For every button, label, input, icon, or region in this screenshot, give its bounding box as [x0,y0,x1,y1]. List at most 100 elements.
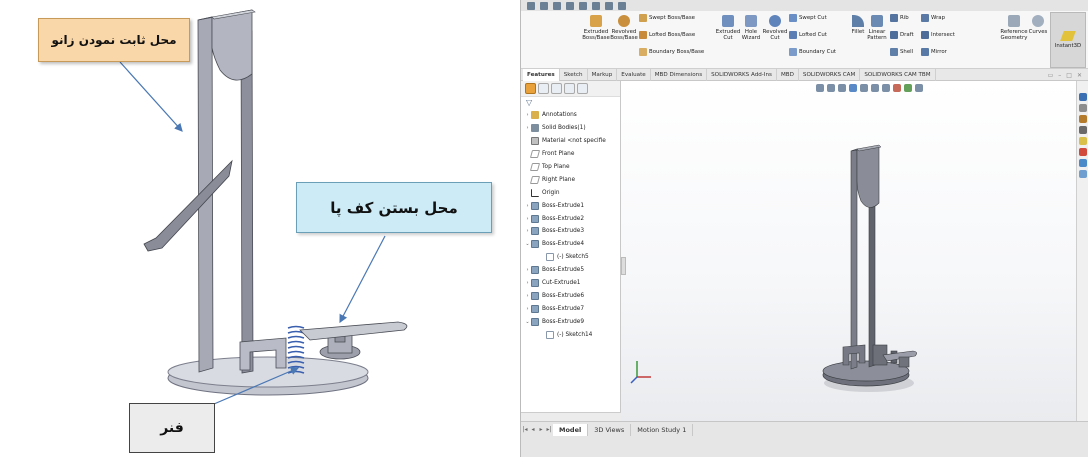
draft-icon [890,31,898,39]
feature-tree-item[interactable]: Right Plane [521,173,620,186]
lofted-boss-button[interactable]: Lofted Boss/Base [639,31,695,39]
expand-arrow-icon[interactable]: › [524,125,531,131]
minimize-icon[interactable]: – [1058,72,1061,79]
wrap-button[interactable]: Wrap [921,14,945,22]
rib-button[interactable]: Rib [890,14,909,22]
view-palette-icon[interactable] [1079,126,1087,134]
feature-tree-tab[interactable] [525,83,536,94]
feature-tree-item[interactable]: Material <not specifie [521,135,620,148]
close-icon[interactable]: ✕ [1077,72,1082,79]
command-tab[interactable]: Sketch [560,68,588,81]
expand-arrow-icon[interactable]: › [524,216,531,222]
shell-button[interactable]: Shell [890,48,913,56]
feature-tree-item[interactable]: › Boss-Extrude2 [521,212,620,225]
configuration-manager-tab[interactable] [551,83,562,94]
rebuild-icon[interactable] [618,1,626,10]
extruded-boss-button[interactable]: Extruded Boss/Base [582,15,610,41]
home-icon[interactable] [527,1,535,10]
boundary-cut-button[interactable]: Boundary Cut [789,48,836,56]
property-manager-tab[interactable] [538,83,549,94]
expand-arrow-icon[interactable]: › [524,112,531,118]
feature-tree-scrollbar[interactable] [521,412,621,421]
feature-tree-item[interactable]: ⌄ Boss-Extrude9 [521,315,620,328]
revolved-boss-button[interactable]: Revolved Boss/Base [610,15,638,41]
swept-cut-button[interactable]: Swept Cut [789,14,827,22]
custom-properties-icon[interactable] [1079,148,1087,156]
feature-tree-item[interactable]: Top Plane [521,161,620,174]
extruded-cut-button[interactable]: Extruded Cut [716,15,740,41]
display-manager-tab[interactable] [577,83,588,94]
file-explorer-icon[interactable] [1079,115,1087,123]
feat-icon [531,240,539,249]
feature-tree-item[interactable]: › Cut-Extrude1 [521,277,620,290]
feature-tree-item[interactable]: (-) Sketch5 [521,251,620,264]
expand-arrow-icon[interactable]: › [524,306,531,312]
design-library-icon[interactable] [1079,104,1087,112]
command-tab[interactable]: Evaluate [617,68,651,81]
prev-tab-arrow-icon[interactable]: ◂ [529,425,537,435]
first-tab-arrow-icon[interactable]: |◂ [521,425,529,435]
curves-button[interactable]: Curves [1028,15,1048,35]
restore-icon[interactable]: ▭ [1048,72,1054,79]
solidworks-forum-icon[interactable] [1079,159,1087,167]
intersect-button[interactable]: Intersect [921,31,955,39]
feature-tree-item[interactable]: › Boss-Extrude6 [521,289,620,302]
reference-geometry-icon [1008,15,1020,27]
expand-arrow-icon[interactable]: › [524,228,531,234]
expand-arrow-icon[interactable]: ⌄ [524,241,531,247]
maximize-icon[interactable]: □ [1066,72,1072,79]
feature-tree-item[interactable]: ⌄ Boss-Extrude4 [521,238,620,251]
draft-button[interactable]: Draft [890,31,914,39]
boundary-boss-button[interactable]: Boundary Boss/Base [639,48,704,56]
command-tab[interactable]: MBD [777,68,799,81]
appearances-icon[interactable] [1079,137,1087,145]
mirror-button[interactable]: Mirror [921,48,947,56]
bottom-tab[interactable]: Motion Study 1 [631,424,694,436]
expand-arrow-icon[interactable]: ⌄ [524,319,531,325]
last-tab-arrow-icon[interactable]: ▸| [545,425,553,435]
revolved-cut-button[interactable]: Revolved Cut [763,15,787,41]
feature-tree-item[interactable]: › Boss-Extrude3 [521,225,620,238]
instant3d-button[interactable]: Instant3D [1050,12,1086,68]
command-tab[interactable]: SOLIDWORKS CAM [799,68,861,81]
save-icon[interactable] [566,1,574,10]
bottom-tab[interactable]: Model [553,424,589,436]
print-icon[interactable] [579,1,587,10]
dimxpert-tab[interactable] [564,83,575,94]
fillet-button[interactable]: Fillet [850,15,866,35]
expand-arrow-icon[interactable]: › [524,280,531,286]
reference-geometry-button[interactable]: Reference Geometry [1000,15,1028,41]
feature-tree-item[interactable]: (-) Sketch14 [521,328,620,341]
command-tab[interactable]: SOLIDWORKS CAM TBM [860,68,936,81]
command-tab[interactable]: Features [523,68,560,81]
lofted-cut-button[interactable]: Lofted Cut [789,31,827,39]
feature-tree-item[interactable]: › Boss-Extrude7 [521,302,620,315]
new-document-icon[interactable] [540,1,548,10]
angled-support [143,159,233,252]
feature-tree-item[interactable]: › Annotations [521,109,620,122]
filter-icon[interactable]: ▽ [521,97,620,109]
feature-tree-item[interactable]: › Boss-Extrude5 [521,264,620,277]
expand-arrow-icon[interactable]: › [524,293,531,299]
expand-arrow-icon[interactable]: › [524,203,531,209]
select-icon[interactable] [605,1,613,10]
expand-arrow-icon[interactable]: › [524,267,531,273]
linear-pattern-button[interactable]: Linear Pattern [867,15,887,41]
undo-icon[interactable] [592,1,600,10]
swept-boss-button[interactable]: Swept Boss/Base [639,14,695,22]
toolbox-icon[interactable] [1079,170,1087,178]
command-tab[interactable]: Markup [588,68,618,81]
hole-wizard-button[interactable]: Hole Wizard [740,15,762,41]
feature-tree-item[interactable]: Origin [521,186,620,199]
next-tab-arrow-icon[interactable]: ▸ [537,425,545,435]
feature-tree-item[interactable]: Front Plane [521,148,620,161]
open-icon[interactable] [553,1,561,10]
command-tab[interactable]: SOLIDWORKS Add-Ins [707,68,777,81]
solidworks-resources-icon[interactable] [1079,93,1087,101]
graphics-area[interactable] [621,81,1088,421]
feature-tree-item[interactable]: › Boss-Extrude1 [521,199,620,212]
bottom-tab[interactable]: 3D Views [588,424,632,436]
command-tab[interactable]: MBD Dimensions [651,68,708,81]
feature-tree-label: Material <not specifie [542,138,606,145]
feature-tree-item[interactable]: › Solid Bodies(1) [521,122,620,135]
